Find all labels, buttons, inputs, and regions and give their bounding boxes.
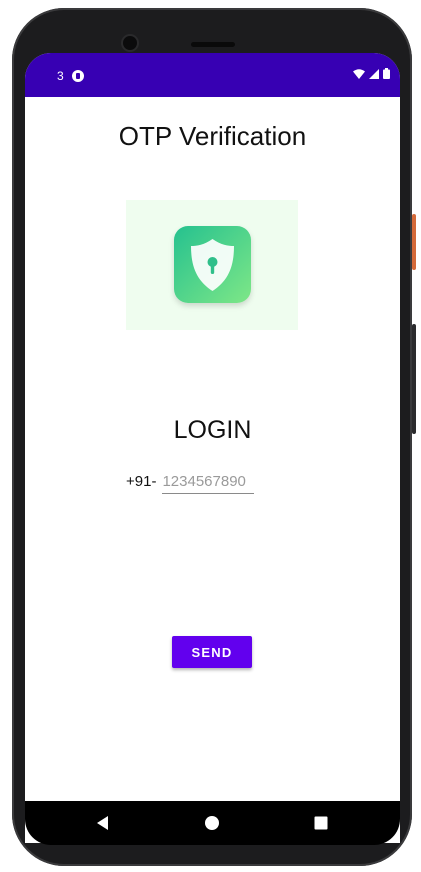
- login-heading: LOGIN: [173, 416, 252, 444]
- phone-number-row: +91-: [126, 473, 255, 494]
- earpiece-speaker: [191, 42, 235, 47]
- country-code-label: +91-: [126, 473, 157, 490]
- volume-button[interactable]: [412, 324, 416, 434]
- app-notification-icon: [71, 70, 84, 82]
- send-button[interactable]: SEND: [172, 636, 252, 668]
- app-screen: 3 OTP Verification LOGIN +91- 1234567890…: [25, 53, 400, 843]
- wifi-icon: [353, 68, 365, 79]
- battery-icon: [383, 68, 390, 79]
- recents-square-icon[interactable]: [313, 815, 329, 831]
- status-indicators: [353, 68, 390, 79]
- app-logo-frame: [126, 200, 298, 330]
- cell-signal-icon: [369, 68, 379, 79]
- front-camera: [123, 36, 137, 50]
- notification-count: 3: [57, 69, 64, 83]
- power-button[interactable]: [412, 214, 416, 270]
- phone-number-input[interactable]: [162, 473, 255, 494]
- status-bar: 3: [25, 53, 400, 97]
- status-notifications: 3: [57, 69, 84, 83]
- system-navigation-bar: [25, 801, 400, 845]
- shield-lock-icon: [174, 226, 251, 303]
- back-triangle-icon[interactable]: [95, 815, 111, 831]
- home-circle-icon[interactable]: [204, 815, 220, 831]
- page-title: OTP Verification: [118, 121, 307, 151]
